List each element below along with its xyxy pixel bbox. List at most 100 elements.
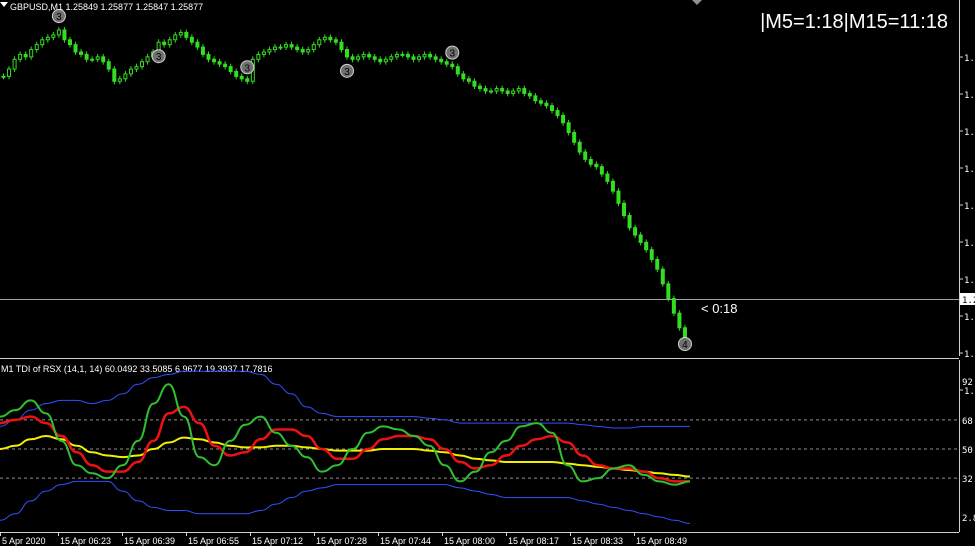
candle-body [588,158,593,165]
time-tick-label: 5 Apr 2020 [2,536,46,546]
candle-body [378,58,383,63]
candle-body [461,73,466,80]
candle-body [189,36,194,43]
candle-body [239,75,244,80]
main-price-pane[interactable]: 3 3 3 3 3 4 1.2 1.2 1.2 1.2 1.2 1.2 1.2 1.2 1.2 1.2 1.… [0,0,975,397]
price-tick-label: 1.2 [964,128,975,138]
candle-body [29,49,34,58]
candle-body [666,283,671,300]
candle-body [234,70,239,77]
candle-body [1,75,6,78]
candle-body [389,56,394,60]
candle-body [200,46,205,55]
symbol-header: GBPUSD,M1 1.25849 1.25877 1.25847 1.2587… [10,2,203,12]
candle-body [494,88,499,92]
tdi-lines [0,370,691,525]
candle-body [649,249,654,260]
price-tick-label: 1.2 [964,91,975,101]
candle-body [23,53,28,58]
candle-body [167,39,172,46]
timer-readout: |M5=1:18|M15=11:18 [760,11,948,33]
candle-body [306,49,311,53]
candle-body [140,61,145,68]
candle-body [173,34,178,41]
candle-body [90,58,95,61]
time-tick-label: 15 Apr 07:28 [316,536,367,546]
candle-body [572,132,577,143]
candle-body [18,53,23,60]
candle-body [633,227,638,236]
candle-body [538,100,543,104]
candle-body [145,56,150,63]
candle-body [300,49,305,53]
current-price-tag-text: 1.2 [962,296,975,306]
candle-body [84,53,89,60]
candle-body [367,53,372,58]
price-axis: 1.2 1.2 1.2 1.2 1.2 1.2 1.2 1.2 1.2 1.2 [959,54,975,397]
candle-body [51,34,56,38]
price-tick-label: 1.2 [964,165,975,175]
candle-body [295,46,300,51]
candle-body [405,53,410,58]
candle-body [472,80,477,87]
candle-body [599,166,604,175]
candle-body [356,56,361,60]
candle-body [516,88,521,92]
candle-body [79,51,84,55]
time-axis: 5 Apr 2020 15 Apr 06:23 15 Apr 06:39 15 Apr… [0,532,687,546]
lower-band-line [0,480,691,525]
candle-body [317,39,322,46]
time-tick-label: 15 Apr 08:00 [444,536,495,546]
price-tick-label: 1.2 [964,54,975,64]
candle-body [605,173,610,182]
price-tick-label: 1.2 [964,350,975,360]
candle-body [184,31,189,38]
indicator-pane[interactable]: M1 TDI of RSX (14,1, 14) 60.0492 33.5085… [0,360,975,532]
indicator-header: M1 TDI of RSX (14,1, 14) 60.0492 33.5085… [1,364,273,374]
candle-body [267,49,272,53]
candle-body [505,90,510,94]
candle-body [350,56,355,60]
level-label: 32 [962,475,973,485]
candle-body [361,53,366,58]
candle-body [212,58,217,63]
candle-body [62,29,67,41]
candle-body [178,31,183,36]
candle-body [67,39,72,46]
time-tick-label: 15 Apr 08:49 [636,536,687,546]
candle-body [206,53,211,60]
candle-body [339,41,344,51]
candle-body [12,58,17,70]
wave-label-text: 3 [56,12,62,23]
candle-body [101,56,106,63]
candle-body [655,258,660,270]
price-tick-label: 1.2 [964,276,975,286]
candle-body [428,53,433,58]
candle-body [322,36,327,41]
level-label: 2.8 [962,514,975,524]
signal-line [0,405,690,483]
candle-body [261,51,266,55]
candle-body [483,88,488,92]
trading-chart[interactable]: 3 3 3 3 3 4 1.2 1.2 1.2 1.2 1.2 1.2 1.2 1.2 1.2 1.2 1.… [0,0,975,546]
candle-body [372,56,377,60]
candle-body [622,202,627,217]
candle-body [95,56,100,60]
wave-label-text: 3 [449,49,455,60]
candle-body [660,268,665,285]
candle-body [106,61,111,70]
price-tick-label: 1.2 [964,202,975,212]
candle-body [411,56,416,60]
candle-body [583,151,588,160]
candle-body [284,44,289,48]
candle-body [73,44,78,53]
price-tick-label: 1.2 [964,387,975,397]
time-tick-label: 15 Apr 08:17 [508,536,559,546]
candle-body [627,215,632,229]
level-label: 50 [962,446,973,456]
candle-body [555,110,560,116]
candle-body [328,36,333,41]
candle-body [195,41,200,48]
candle-body [533,95,538,102]
candle-body [7,68,12,77]
